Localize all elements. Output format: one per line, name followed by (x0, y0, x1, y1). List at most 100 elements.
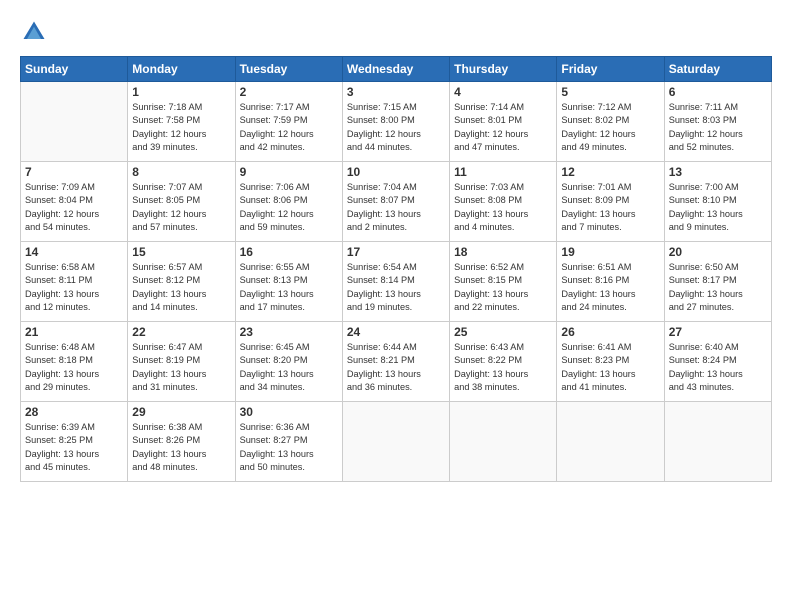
day-cell: 26Sunrise: 6:41 AM Sunset: 8:23 PM Dayli… (557, 322, 664, 402)
day-cell: 21 Sunrise: 6:48 AM Sunset: 8:18 PM Dayli… (21, 322, 128, 402)
header-cell-monday: Monday (128, 57, 235, 82)
logo-icon (20, 18, 48, 46)
page: SundayMondayTuesdayWednesdayThursdayFrid… (0, 0, 792, 612)
day-info: Sunrise: 7:15 AM Sunset: 8:00 PM Dayligh… (347, 101, 445, 154)
day-cell: 3 Sunrise: 7:15 AM Sunset: 8:00 PM Daylig… (342, 82, 449, 162)
header-cell-saturday: Saturday (664, 57, 771, 82)
calendar-header: SundayMondayTuesdayWednesdayThursdayFrid… (21, 57, 772, 82)
day-cell: 12Sunrise: 7:01 AM Sunset: 8:09 PM Dayli… (557, 162, 664, 242)
day-cell: 6 Sunrise: 7:11 AM Sunset: 8:03 PM Daylig… (664, 82, 771, 162)
day-info: Sunrise: 7:04 AM Sunset: 8:07 PM Dayligh… (347, 181, 445, 234)
day-info: Sunrise: 6:45 AM Sunset: 8:20 PM Dayligh… (240, 341, 338, 394)
day-number: 24 (347, 325, 445, 339)
day-info: Sunrise: 6:52 AM Sunset: 8:15 PM Dayligh… (454, 261, 552, 314)
day-number: 16 (240, 245, 338, 259)
day-info: Sunrise: 7:12 AM Sunset: 8:02 PM Dayligh… (561, 101, 659, 154)
calendar-body: 1Sunrise: 7:18 AM Sunset: 7:58 PM Daylig… (21, 82, 772, 482)
day-number: 2 (240, 85, 338, 99)
day-info: Sunrise: 6:50 AM Sunset: 8:17 PM Dayligh… (669, 261, 767, 314)
day-info: Sunrise: 6:55 AM Sunset: 8:13 PM Dayligh… (240, 261, 338, 314)
day-cell: 8 Sunrise: 7:07 AM Sunset: 8:05 PM Daylig… (128, 162, 235, 242)
day-cell: 27 Sunrise: 6:40 AM Sunset: 8:24 PM Dayli… (664, 322, 771, 402)
day-cell: 2 Sunrise: 7:17 AM Sunset: 7:59 PM Daylig… (235, 82, 342, 162)
day-number: 11 (454, 165, 552, 179)
day-info: Sunrise: 6:48 AM Sunset: 8:18 PM Dayligh… (25, 341, 123, 394)
header-cell-thursday: Thursday (450, 57, 557, 82)
day-number: 9 (240, 165, 338, 179)
day-cell (21, 82, 128, 162)
day-cell: 4Sunrise: 7:14 AM Sunset: 8:01 PM Daylig… (450, 82, 557, 162)
day-info: Sunrise: 7:01 AM Sunset: 8:09 PM Dayligh… (561, 181, 659, 234)
day-number: 15 (132, 245, 230, 259)
day-cell (342, 402, 449, 482)
day-info: Sunrise: 7:00 AM Sunset: 8:10 PM Dayligh… (669, 181, 767, 234)
day-number: 30 (240, 405, 338, 419)
day-cell: 9Sunrise: 7:06 AM Sunset: 8:06 PM Daylig… (235, 162, 342, 242)
day-cell: 15 Sunrise: 6:57 AM Sunset: 8:12 PM Dayli… (128, 242, 235, 322)
week-row-0: 1Sunrise: 7:18 AM Sunset: 7:58 PM Daylig… (21, 82, 772, 162)
day-cell: 28Sunrise: 6:39 AM Sunset: 8:25 PM Dayli… (21, 402, 128, 482)
day-number: 27 (669, 325, 767, 339)
day-cell: 5 Sunrise: 7:12 AM Sunset: 8:02 PM Daylig… (557, 82, 664, 162)
day-number: 23 (240, 325, 338, 339)
day-cell (664, 402, 771, 482)
day-cell: 18 Sunrise: 6:52 AM Sunset: 8:15 PM Dayli… (450, 242, 557, 322)
calendar-table: SundayMondayTuesdayWednesdayThursdayFrid… (20, 56, 772, 482)
day-number: 3 (347, 85, 445, 99)
header-cell-friday: Friday (557, 57, 664, 82)
day-info: Sunrise: 6:38 AM Sunset: 8:26 PM Dayligh… (132, 421, 230, 474)
day-info: Sunrise: 6:40 AM Sunset: 8:24 PM Dayligh… (669, 341, 767, 394)
day-number: 29 (132, 405, 230, 419)
day-number: 8 (132, 165, 230, 179)
week-row-2: 14 Sunrise: 6:58 AM Sunset: 8:11 PM Dayli… (21, 242, 772, 322)
day-number: 18 (454, 245, 552, 259)
day-number: 20 (669, 245, 767, 259)
day-number: 7 (25, 165, 123, 179)
header (20, 18, 772, 46)
day-number: 1 (132, 85, 230, 99)
day-info: Sunrise: 7:17 AM Sunset: 7:59 PM Dayligh… (240, 101, 338, 154)
day-info: Sunrise: 6:41 AM Sunset: 8:23 PM Dayligh… (561, 341, 659, 394)
header-cell-tuesday: Tuesday (235, 57, 342, 82)
logo (20, 18, 52, 46)
day-number: 5 (561, 85, 659, 99)
day-info: Sunrise: 6:36 AM Sunset: 8:27 PM Dayligh… (240, 421, 338, 474)
day-cell: 1Sunrise: 7:18 AM Sunset: 7:58 PM Daylig… (128, 82, 235, 162)
header-cell-wednesday: Wednesday (342, 57, 449, 82)
week-row-1: 7 Sunrise: 7:09 AM Sunset: 8:04 PM Daylig… (21, 162, 772, 242)
day-cell (450, 402, 557, 482)
day-number: 28 (25, 405, 123, 419)
day-info: Sunrise: 7:07 AM Sunset: 8:05 PM Dayligh… (132, 181, 230, 234)
day-cell: 20 Sunrise: 6:50 AM Sunset: 8:17 PM Dayli… (664, 242, 771, 322)
day-cell: 22 Sunrise: 6:47 AM Sunset: 8:19 PM Dayli… (128, 322, 235, 402)
day-cell: 24 Sunrise: 6:44 AM Sunset: 8:21 PM Dayli… (342, 322, 449, 402)
day-cell (557, 402, 664, 482)
day-number: 6 (669, 85, 767, 99)
header-cell-sunday: Sunday (21, 57, 128, 82)
day-number: 10 (347, 165, 445, 179)
day-info: Sunrise: 6:47 AM Sunset: 8:19 PM Dayligh… (132, 341, 230, 394)
day-number: 25 (454, 325, 552, 339)
day-cell: 7 Sunrise: 7:09 AM Sunset: 8:04 PM Daylig… (21, 162, 128, 242)
day-info: Sunrise: 6:51 AM Sunset: 8:16 PM Dayligh… (561, 261, 659, 314)
day-cell: 30 Sunrise: 6:36 AM Sunset: 8:27 PM Dayli… (235, 402, 342, 482)
day-cell: 29 Sunrise: 6:38 AM Sunset: 8:26 PM Dayli… (128, 402, 235, 482)
day-number: 21 (25, 325, 123, 339)
day-number: 19 (561, 245, 659, 259)
day-number: 17 (347, 245, 445, 259)
day-cell: 14 Sunrise: 6:58 AM Sunset: 8:11 PM Dayli… (21, 242, 128, 322)
day-number: 14 (25, 245, 123, 259)
day-number: 22 (132, 325, 230, 339)
day-info: Sunrise: 7:14 AM Sunset: 8:01 PM Dayligh… (454, 101, 552, 154)
day-cell: 25Sunrise: 6:43 AM Sunset: 8:22 PM Dayli… (450, 322, 557, 402)
day-number: 13 (669, 165, 767, 179)
day-info: Sunrise: 6:44 AM Sunset: 8:21 PM Dayligh… (347, 341, 445, 394)
day-info: Sunrise: 6:58 AM Sunset: 8:11 PM Dayligh… (25, 261, 123, 314)
day-info: Sunrise: 7:11 AM Sunset: 8:03 PM Dayligh… (669, 101, 767, 154)
week-row-3: 21 Sunrise: 6:48 AM Sunset: 8:18 PM Dayli… (21, 322, 772, 402)
day-info: Sunrise: 6:57 AM Sunset: 8:12 PM Dayligh… (132, 261, 230, 314)
day-info: Sunrise: 7:09 AM Sunset: 8:04 PM Dayligh… (25, 181, 123, 234)
day-cell: 11Sunrise: 7:03 AM Sunset: 8:08 PM Dayli… (450, 162, 557, 242)
day-cell: 19 Sunrise: 6:51 AM Sunset: 8:16 PM Dayli… (557, 242, 664, 322)
day-cell: 10 Sunrise: 7:04 AM Sunset: 8:07 PM Dayli… (342, 162, 449, 242)
